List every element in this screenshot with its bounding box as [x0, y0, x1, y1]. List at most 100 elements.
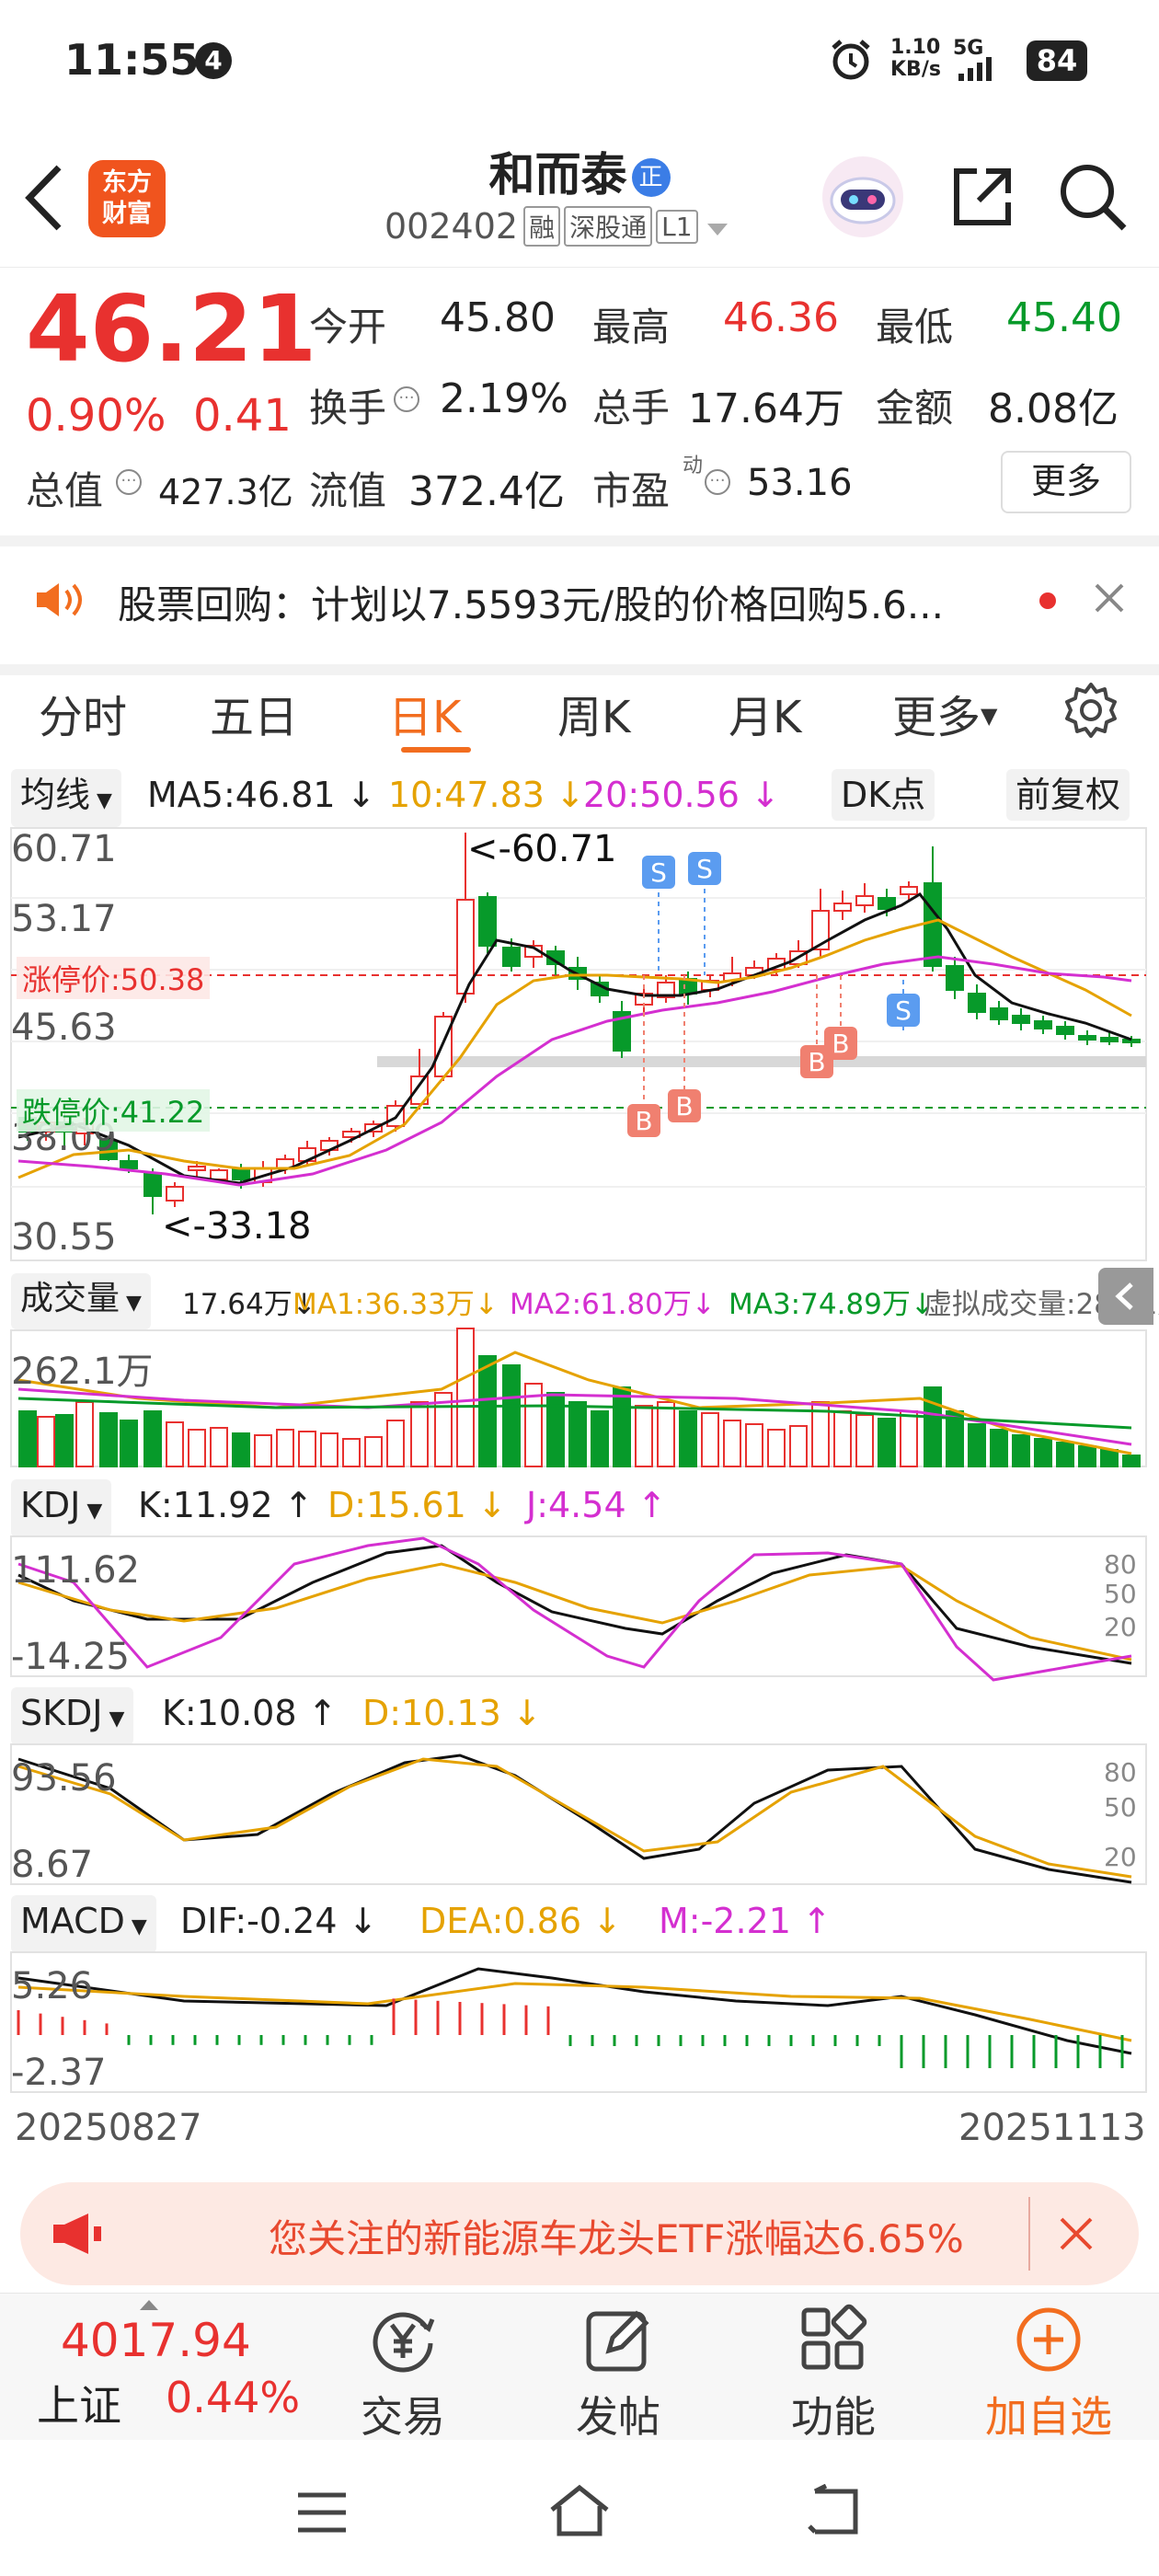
add-watchlist-button[interactable]: 加自选	[957, 2294, 1141, 2444]
candle-body	[878, 897, 896, 910]
volume-bar	[55, 1414, 74, 1467]
candle-body	[120, 1160, 138, 1169]
volume-bar	[143, 1410, 162, 1467]
home-icon[interactable]	[546, 2482, 613, 2541]
candle-body	[855, 895, 874, 906]
candle-body	[1078, 1035, 1096, 1041]
candle-body	[210, 1169, 228, 1180]
volume-bar	[591, 1410, 609, 1467]
volume-bar	[276, 1429, 294, 1467]
index-name[interactable]: 上证	[37, 2373, 121, 2433]
kdj-level-50: 50	[1104, 1579, 1137, 1609]
candle-body	[924, 882, 942, 967]
volume-bar	[502, 1364, 521, 1467]
index-change[interactable]: 0.44%	[166, 2373, 300, 2422]
kdj-level-80: 80	[1104, 1549, 1137, 1580]
trade-button[interactable]: 交易	[311, 2294, 495, 2444]
volume-bar	[75, 1401, 94, 1467]
price-axis-2: 53.17	[11, 898, 117, 940]
grid-icon	[801, 2304, 867, 2370]
candle-body	[166, 1186, 184, 1202]
volume-bar	[210, 1427, 228, 1467]
volume-bar	[833, 1410, 852, 1467]
candle-body	[232, 1167, 250, 1180]
kdj-j-line	[17, 1536, 1132, 1682]
volume-bar	[1078, 1445, 1096, 1467]
macd-frame	[10, 1951, 1147, 2093]
buy-marker-label: B	[808, 1047, 825, 1077]
skdj-d-line	[17, 1757, 1132, 1879]
candle-body	[434, 1016, 453, 1077]
megaphone-icon	[50, 2210, 105, 2261]
volume-bar	[410, 1401, 429, 1467]
volume-bar	[37, 1416, 55, 1467]
volume-bar	[364, 1436, 383, 1467]
back-nav-icon[interactable]	[806, 2483, 865, 2543]
menu-icon[interactable]	[296, 2491, 348, 2537]
volume-bar	[320, 1432, 339, 1467]
candle-body	[968, 993, 986, 1013]
volume-bar	[188, 1429, 206, 1467]
sell-marker-label: S	[650, 857, 667, 888]
volume-bar	[18, 1410, 37, 1467]
volume-bar	[990, 1429, 1008, 1467]
volume-bar	[968, 1423, 986, 1467]
skdj-k-line	[17, 1754, 1132, 1884]
volume-bar	[723, 1420, 741, 1467]
price-axis-bottom: 30.55	[11, 1216, 117, 1259]
volume-bar	[120, 1420, 138, 1467]
volume-bar	[386, 1420, 405, 1467]
volume-bar	[657, 1401, 675, 1467]
candle-body	[143, 1172, 162, 1197]
volume-bar	[1100, 1449, 1119, 1467]
sell-marker-label: S	[895, 995, 912, 1026]
volume-bar	[679, 1410, 697, 1467]
volume-bar	[1122, 1455, 1141, 1467]
add-watchlist-label: 加自选	[985, 2392, 1112, 2442]
plus-circle-icon	[1016, 2307, 1081, 2372]
volume-bar	[166, 1421, 184, 1467]
end-date: 20251113	[958, 2107, 1146, 2149]
candle-body	[502, 947, 521, 967]
volume-axis-max: 262.1万	[11, 1351, 154, 1393]
skdj-axis-bottom: 8.67	[11, 1844, 94, 1886]
volume-bar	[701, 1412, 719, 1467]
candle-body	[1034, 1020, 1052, 1029]
macd-dif-line	[17, 1967, 1132, 2055]
sell-marker-label: S	[696, 854, 713, 884]
functions-button[interactable]: 功能	[741, 2294, 925, 2444]
min-price-label: <-33.18	[162, 1205, 312, 1248]
macd-axis-bottom: -2.37	[11, 2052, 107, 2094]
volume-bar	[613, 1386, 631, 1467]
caret-up-icon	[138, 2297, 160, 2316]
buy-marker-label: B	[635, 1106, 652, 1136]
candle-body	[990, 1007, 1008, 1020]
volume-bar	[745, 1423, 763, 1467]
kdj-level-20: 20	[1104, 1612, 1137, 1642]
index-value[interactable]: 4017.94	[61, 2314, 251, 2367]
volume-bar	[456, 1328, 475, 1467]
volume-bar	[767, 1429, 786, 1467]
stock-charts[interactable]: B BBBS SS	[0, 0, 1159, 2171]
candle-body	[1100, 1037, 1119, 1042]
kdj-axis-bottom: -14.25	[11, 1636, 130, 1678]
volume-bar	[855, 1414, 874, 1467]
volume-bar	[99, 1412, 118, 1467]
volume-bar	[232, 1432, 250, 1467]
kdj-d-line	[17, 1562, 1132, 1662]
volume-bar	[568, 1401, 587, 1467]
volume-bar	[900, 1410, 918, 1467]
limit-down-label: 跌停价:41.22	[17, 1089, 211, 1132]
close-icon[interactable]	[1058, 2215, 1095, 2256]
promo-text: 您关注的新能源车龙头ETF涨幅达6.65%	[269, 2216, 964, 2261]
skdj-axis-top: 93.56	[11, 1757, 117, 1800]
max-price-label: <-60.71	[467, 828, 617, 870]
promo-banner[interactable]: 您关注的新能源车龙头ETF涨幅达6.65%	[20, 2182, 1139, 2285]
volume-bar	[789, 1425, 808, 1467]
post-button[interactable]: 发帖	[526, 2294, 710, 2444]
volume-bar	[342, 1438, 361, 1467]
volume-bar	[478, 1355, 497, 1467]
current-price-band	[377, 1056, 1146, 1067]
candle-body	[1056, 1026, 1074, 1035]
candle-body	[900, 886, 918, 895]
